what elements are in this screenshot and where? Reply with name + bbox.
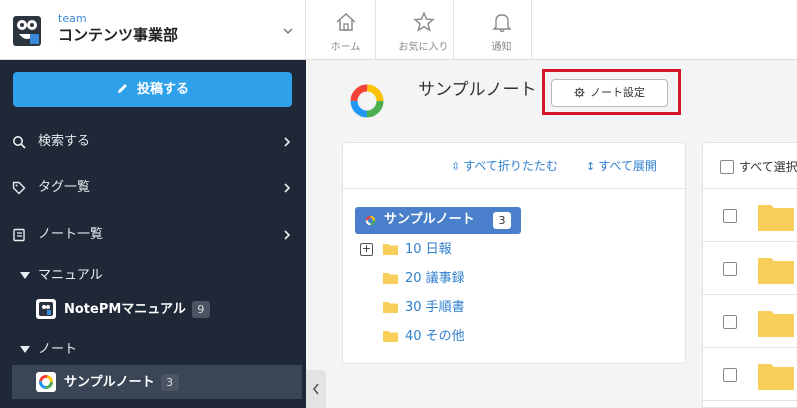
pencil-icon (117, 84, 127, 93)
note-settings-label: ノート設定 (590, 86, 645, 99)
row-checkbox[interactable] (723, 368, 737, 382)
chevron-left-icon (313, 383, 319, 395)
folder-icon (758, 311, 794, 337)
sidebar-section-note[interactable]: ノート (0, 337, 306, 363)
select-all-checkbox[interactable] (720, 160, 734, 174)
folder-icon (383, 331, 398, 342)
list-item[interactable] (703, 348, 797, 401)
folder-label: 30 手順書 (405, 300, 465, 315)
folder-icon (758, 364, 794, 390)
folder-icon (383, 302, 398, 313)
post-button-label: 投稿する (136, 82, 189, 97)
bell-icon (492, 14, 512, 33)
nav-favorites-button[interactable]: お気に入り (394, 0, 454, 60)
row-checkbox[interactable] (723, 209, 737, 223)
list-item[interactable] (703, 295, 797, 348)
list-item[interactable] (703, 242, 797, 295)
list-item[interactable] (703, 189, 797, 242)
sidebar-collapse-button[interactable] (306, 370, 326, 408)
tree-root-note[interactable]: サンプルノート 3 (355, 207, 521, 234)
star-icon (413, 11, 435, 32)
top-header: team コンテンツ事業部 ホーム お気に入り 通知 (0, 0, 797, 60)
folder-label: 40 その他 (405, 329, 465, 344)
folder-tree-panel: ⇳ すべて折りたたむ ↕ すべて展開 サンプルノート 3 + 10 日報 20 … (342, 142, 687, 364)
note-ring-icon (350, 84, 384, 118)
manual-note-icon (36, 299, 56, 319)
tag-icon (12, 181, 26, 195)
search-icon (13, 136, 26, 149)
team-small-label: team (58, 12, 87, 25)
list-header: すべて選択 (703, 143, 797, 189)
expand-toggle-icon[interactable]: + (360, 243, 373, 256)
note-settings-button[interactable]: ノート設定 (551, 79, 668, 107)
chevron-right-icon (284, 183, 291, 193)
nav-home-label: ホーム (330, 42, 361, 53)
team-switcher[interactable]: team コンテンツ事業部 (0, 0, 306, 60)
sidebar-item-label: 検索する (38, 134, 91, 149)
collapse-icon: ⇳ (451, 160, 461, 173)
row-checkbox[interactable] (723, 262, 737, 276)
collapse-all-button[interactable]: ⇳ すべて折りたたむ (451, 159, 558, 174)
folder-label: 10 日報 (405, 242, 452, 257)
ring-note-icon (365, 215, 376, 226)
chevron-right-icon (284, 230, 291, 240)
tree-root-label: サンプルノート (384, 212, 475, 227)
nav-home-button[interactable]: ホーム (316, 0, 376, 60)
tree-folder-item[interactable]: 30 手順書 (360, 298, 560, 318)
chevron-right-icon (284, 137, 291, 147)
chevron-down-icon (283, 28, 293, 35)
sidebar-item-label: ノート一覧 (38, 227, 104, 242)
sidebar-item-label: タグ一覧 (38, 180, 91, 195)
sidebar-item-notes[interactable]: ノート一覧 (0, 217, 306, 253)
note-count-badge: 3 (160, 374, 179, 391)
page-list-panel: すべて選択 (702, 142, 797, 408)
gear-icon (574, 86, 585, 98)
sidebar-item-search[interactable]: 検索する (0, 124, 306, 160)
sidebar-section-label: マニュアル (38, 268, 103, 283)
notebook-icon (13, 228, 25, 242)
page-title: サンプルノート (418, 80, 537, 100)
folder-icon (383, 244, 398, 255)
caret-down-icon (20, 346, 30, 353)
tree-folder-item[interactable]: 20 議事録 (360, 269, 560, 289)
team-name: コンテンツ事業部 (58, 26, 179, 44)
sidebar-note-notepm-manual[interactable]: NotePMマニュアル 9 (0, 292, 270, 326)
note-label: NotePMマニュアル (64, 302, 186, 317)
row-checkbox[interactable] (723, 315, 737, 329)
tree-root-count: 3 (493, 212, 511, 229)
home-icon (336, 12, 356, 31)
main-content: サンプルノート ノート設定 ⇳ すべて折りたたむ ↕ すべて展開 サンプルノート… (306, 60, 797, 408)
expand-icon: ↕ (586, 160, 596, 173)
sidebar-item-tags[interactable]: タグ一覧 (0, 170, 306, 206)
select-all-label: すべて選択 (739, 160, 797, 174)
note-label: サンプルノート (64, 375, 155, 390)
sidebar-section-label: ノート (38, 342, 78, 357)
tree-folder-item[interactable]: 40 その他 (360, 327, 560, 347)
tree-folder-item[interactable]: + 10 日報 (360, 240, 560, 260)
expand-all-label: すべて展開 (598, 159, 657, 173)
folder-icon (758, 258, 794, 284)
nav-notifications-button[interactable]: 通知 (472, 0, 532, 60)
tree-toolbar: ⇳ すべて折りたたむ ↕ すべて展開 (343, 143, 687, 189)
caret-down-icon (20, 272, 30, 279)
folder-label: 20 議事録 (405, 271, 465, 286)
note-count-badge: 9 (191, 301, 210, 318)
team-logo-icon (13, 16, 41, 46)
sidebar-note-sample[interactable]: サンプルノート 3 (12, 365, 302, 399)
ring-note-icon (36, 372, 56, 392)
collapse-all-label: すべて折りたたむ (463, 159, 558, 173)
nav-notifications-label: 通知 (491, 42, 512, 53)
folder-icon (758, 205, 794, 231)
sidebar: 投稿する 検索する タグ一覧 ノート一覧 マニュアル NotePMマニュアル 9… (0, 60, 306, 408)
post-button[interactable]: 投稿する (13, 72, 292, 107)
folder-icon (383, 273, 398, 284)
sidebar-section-manual[interactable]: マニュアル (0, 263, 306, 289)
expand-all-button[interactable]: ↕ すべて展開 (586, 159, 657, 174)
nav-favorites-label: お気に入り (398, 42, 449, 53)
